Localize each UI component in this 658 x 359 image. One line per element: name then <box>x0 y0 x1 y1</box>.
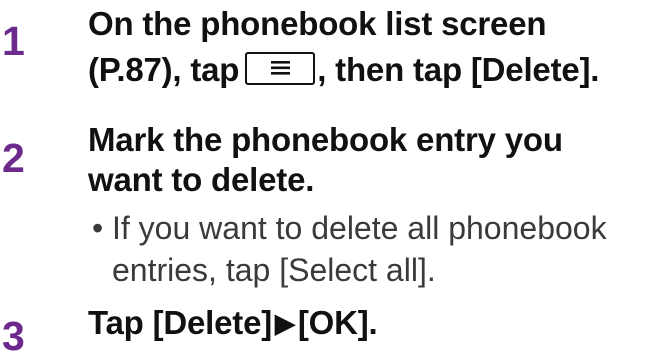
arrow-right-icon: ▶ <box>275 308 295 338</box>
step-text-line: Mark the phonebook entry you <box>88 120 563 160</box>
menu-key-icon <box>245 52 316 85</box>
step-instruction: Mark the phonebook entry you <box>88 121 563 158</box>
step-instruction: , then tap [Delete]. <box>317 51 600 88</box>
bullet: • <box>92 210 104 246</box>
step-text-line: Tap [Delete] ▶[OK]. <box>88 303 378 343</box>
step-instruction: [OK]. <box>297 304 378 341</box>
step-instruction: Tap [Delete] <box>88 304 273 341</box>
step-text-line: On the phonebook list screen <box>88 4 547 44</box>
step-text-line: (P.87), tap , then tap [Delete]. <box>88 50 599 90</box>
step-instruction: (P.87), tap <box>88 51 240 88</box>
step-instruction: want to delete. <box>88 161 315 198</box>
note-text: entries, tap [Select all]. <box>112 252 436 288</box>
note: • If you want to delete all phonebook <box>92 207 607 249</box>
step-number: 3 <box>2 313 25 359</box>
step-instruction: On the phonebook list screen <box>88 5 547 42</box>
step-text-line: want to delete. <box>88 160 314 200</box>
note-text: If you want to delete all phonebook <box>112 210 607 246</box>
step-number: 1 <box>2 18 25 64</box>
step-number: 2 <box>2 135 25 181</box>
